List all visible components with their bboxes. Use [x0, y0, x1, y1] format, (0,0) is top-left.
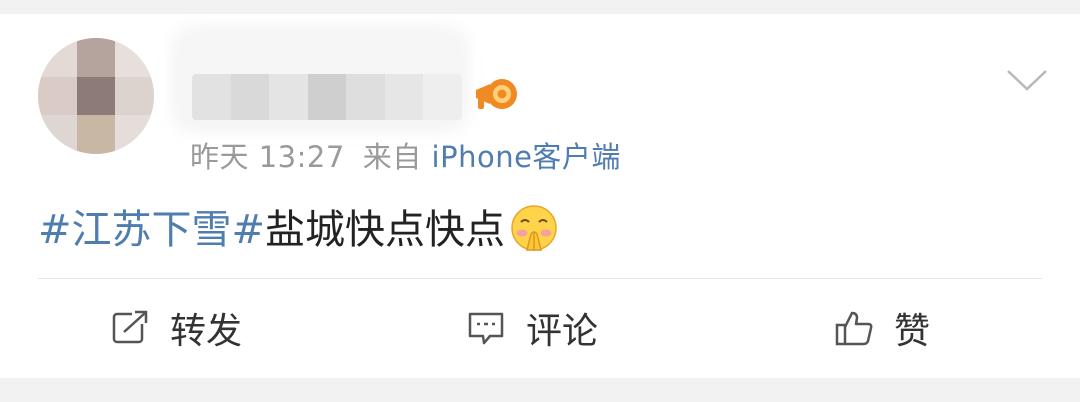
post-timestamp: 昨天 13:27 [190, 140, 345, 174]
megaphone-icon [476, 79, 517, 109]
post-text: 盐城快点快点 [265, 207, 506, 253]
comment-label: 评论 [526, 311, 599, 352]
like-label: 赞 [894, 311, 931, 352]
repost-label: 转发 [170, 311, 243, 352]
comment-button[interactable]: 评论 [466, 304, 598, 352]
thumbs-up-icon [835, 311, 873, 346]
post-card: 昨天 13:27 来自 iPhone客户端 #江苏下雪#盐城快点快点 转发 评论… [0, 14, 1080, 378]
divider [38, 278, 1042, 279]
source-prefix: 来自 [362, 140, 422, 174]
weibo-post-screen: 昨天 13:27 来自 iPhone客户端 #江苏下雪#盐城快点快点 转发 评论… [0, 0, 1080, 402]
like-button[interactable]: 赞 [834, 304, 930, 352]
share-icon [112, 310, 148, 344]
post-content: #江苏下雪#盐城快点快点 [38, 202, 559, 258]
avatar[interactable] [38, 38, 154, 154]
post-source-link[interactable]: iPhone客户端 [432, 140, 621, 174]
shushing-blush-emoji [511, 205, 557, 251]
topic-hashtag-link[interactable]: #江苏下雪# [38, 207, 265, 253]
chevron-down-icon[interactable] [1006, 68, 1048, 92]
repost-button[interactable]: 转发 [110, 304, 242, 352]
post-meta: 昨天 13:27 来自 iPhone客户端 [190, 134, 621, 176]
username-censored[interactable] [192, 74, 462, 120]
comment-icon [468, 312, 504, 345]
